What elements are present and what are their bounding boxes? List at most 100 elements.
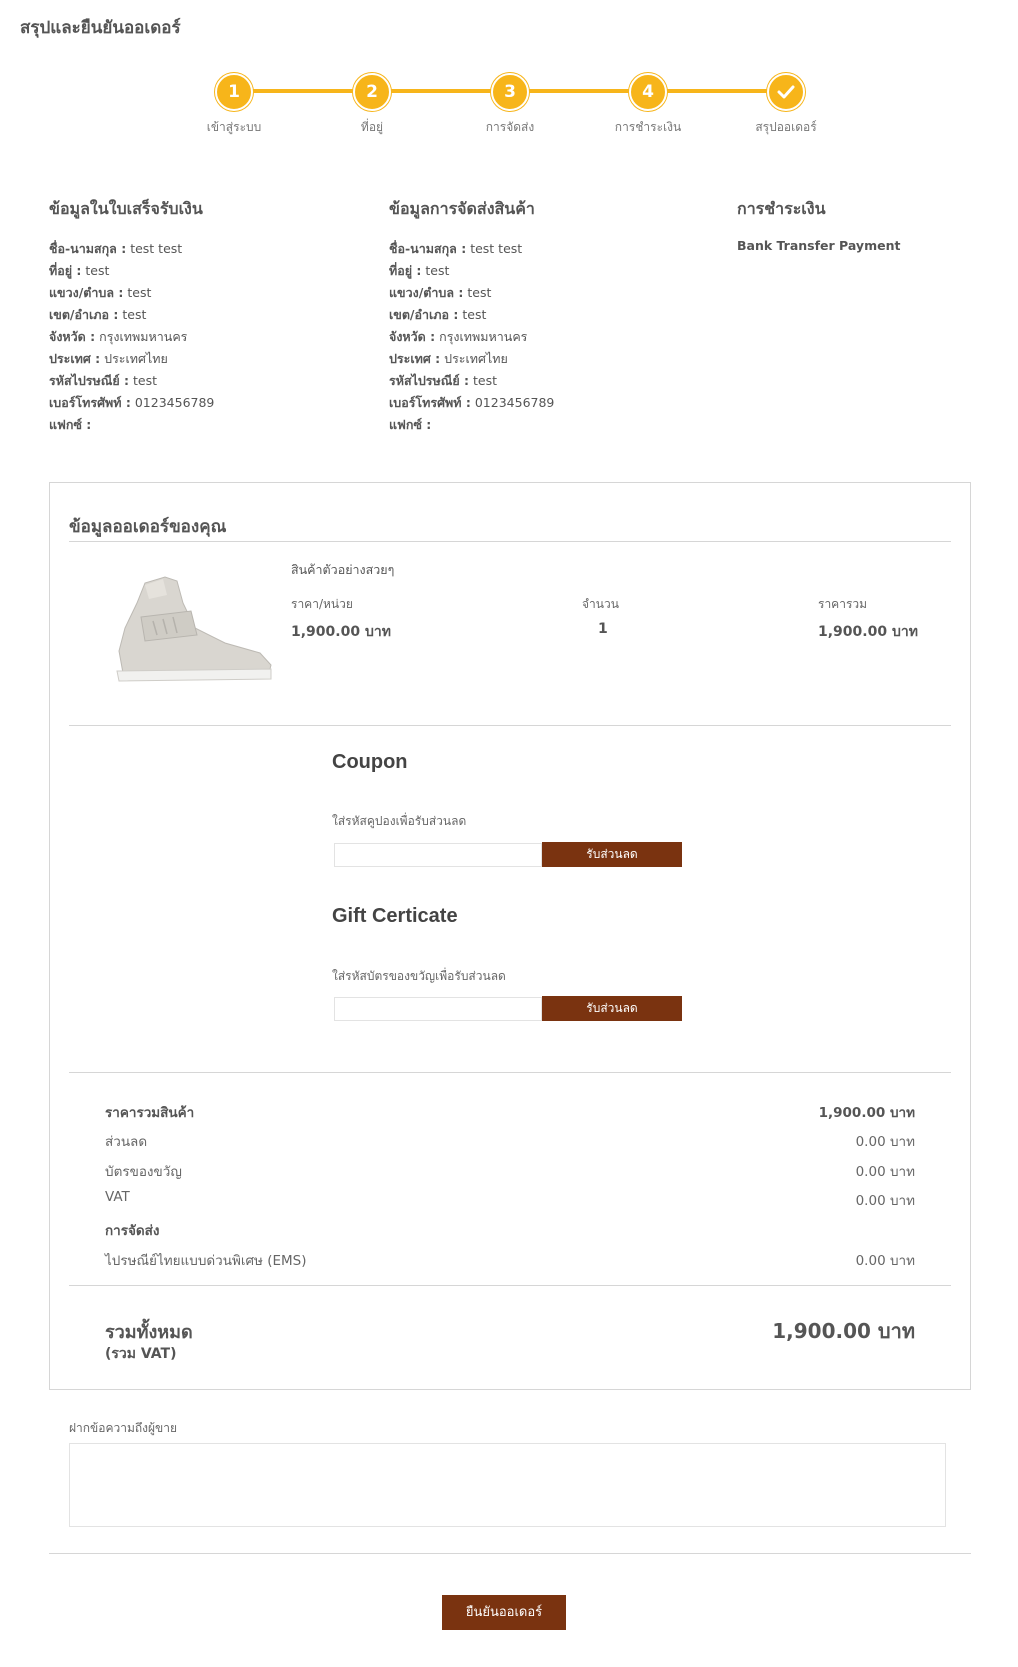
product-image (116, 576, 272, 682)
row-value: test (467, 285, 492, 300)
row-value: 0123456789 (474, 395, 555, 410)
row-label: ที่อยู่ : (389, 263, 422, 278)
row-label: แขวง/ตำบล : (389, 285, 464, 300)
row-label: แฟกซ์ : (389, 417, 432, 432)
billing-row: แขวง/ตำบล : test (49, 282, 349, 304)
row-label: รหัสไปรษณีย์ : (389, 373, 470, 388)
payment-info: การชำระเงิน Bank Transfer Payment (737, 197, 1018, 253)
billing-heading: ข้อมูลในใบเสร็จรับเงิน (49, 199, 203, 218)
gift-summary-label: บัตรของขวัญ (105, 1164, 182, 1180)
row-value: test test (470, 241, 523, 256)
row-label: ชื่อ-นามสกุล : (389, 241, 467, 256)
subtotal-label: ราคารวมสินค้า (105, 1105, 195, 1121)
row-label: เขต/อำเภอ : (389, 307, 459, 322)
row-label: ที่อยู่ : (49, 263, 82, 278)
note-label: ฝากข้อความถึงผู้ขาย (69, 1421, 177, 1435)
divider (69, 541, 951, 542)
total-label: ราคารวม (818, 597, 868, 611)
shipping-method: ไปรษณีย์ไทยแบบด่วนพิเศษ (EMS) (105, 1253, 307, 1269)
divider (69, 725, 951, 726)
shipping-summary-label: การจัดส่ง (105, 1223, 160, 1239)
billing-row: จังหวัด : กรุงเทพมหานคร (49, 326, 349, 348)
shipping-row: เขต/อำเภอ : test (389, 304, 689, 326)
row-label: แขวง/ตำบล : (49, 285, 124, 300)
divider (69, 1072, 951, 1073)
page-title: สรุปและยืนยันออเดอร์ (20, 18, 181, 38)
gift-apply-button[interactable]: รับส่วนลด (542, 996, 682, 1021)
coupon-label: ใส่รหัสคูปองเพื่อรับส่วนลด (332, 814, 467, 828)
shipping-row: ชื่อ-นามสกุล : test test (389, 238, 689, 260)
step-label: สรุปออเดอร์ (755, 120, 817, 134)
step-login[interactable]: 1 เข้าสู่ระบบ (184, 73, 284, 137)
order-panel: ข้อมูลออเดอร์ของคุณ สินค้าตัวอย่างสวยๆ ร… (49, 482, 971, 1390)
row-label: เขต/อำเภอ : (49, 307, 119, 322)
qty-label: จำนวน (582, 597, 619, 611)
row-label: ประเทศ : (389, 351, 441, 366)
step-label: การชำระเงิน (614, 120, 682, 134)
gift-summary-value: 0.00 บาท (855, 1164, 915, 1180)
line-total: 1,900.00 บาท (818, 624, 918, 640)
row-label: จังหวัด : (389, 329, 436, 344)
step-number: 3 (491, 73, 529, 111)
billing-row: รหัสไปรษณีย์ : test (49, 370, 349, 392)
gift-label: ใส่รหัสบัตรของขวัญเพื่อรับส่วนลด (332, 969, 506, 983)
step-summary: สรุปออเดอร์ (736, 73, 836, 137)
row-value: test test (130, 241, 183, 256)
step-address[interactable]: 2 ที่อยู่ (322, 73, 422, 137)
billing-row: ชื่อ-นามสกุล : test test (49, 238, 349, 260)
payment-heading: การชำระเงิน (737, 199, 826, 218)
coupon-heading: Coupon (332, 751, 408, 773)
step-payment[interactable]: 4 การชำระเงิน (598, 73, 698, 137)
grand-total-vat-note: (รวม VAT) (105, 1346, 177, 1362)
grand-total-value: 1,900.00 บาท (772, 1319, 915, 1343)
billing-row: แฟกซ์ : (49, 414, 349, 436)
row-label: เบอร์โทรศัพท์ : (49, 395, 131, 410)
confirm-order-button[interactable]: ยืนยันออเดอร์ (442, 1595, 566, 1630)
row-value: test (122, 307, 147, 322)
discount-value: 0.00 บาท (855, 1134, 915, 1150)
gift-input[interactable] (334, 997, 542, 1021)
row-label: ชื่อ-นามสกุล : (49, 241, 127, 256)
subtotal-value: 1,900.00 บาท (818, 1105, 915, 1121)
row-value: test (85, 263, 110, 278)
billing-info: ข้อมูลในใบเสร็จรับเงิน ชื่อ-นามสกุล : te… (49, 197, 349, 436)
coupon-input[interactable] (334, 843, 542, 867)
shipping-info: ข้อมูลการจัดส่งสินค้า ชื่อ-นามสกุล : tes… (389, 197, 689, 436)
row-value: test (473, 373, 498, 388)
billing-row: เขต/อำเภอ : test (49, 304, 349, 326)
row-label: จังหวัด : (49, 329, 96, 344)
step-shipping[interactable]: 3 การจัดส่ง (460, 73, 560, 137)
shipping-row: เบอร์โทรศัพท์ : 0123456789 (389, 392, 689, 414)
coupon-apply-button[interactable]: รับส่วนลด (542, 842, 682, 867)
grand-total-label: รวมทั้งหมด (105, 1322, 193, 1343)
step-label: เข้าสู่ระบบ (206, 120, 262, 134)
gift-heading: Gift Certicate (332, 905, 458, 927)
product-name: สินค้าตัวอย่างสวยๆ (291, 562, 395, 577)
billing-row: ประเทศ : ประเทศไทย (49, 348, 349, 370)
row-value: กรุงเทพมหานคร (439, 329, 528, 344)
row-value: test (462, 307, 487, 322)
shipping-row: จังหวัด : กรุงเทพมหานคร (389, 326, 689, 348)
shipping-row: ประเทศ : ประเทศไทย (389, 348, 689, 370)
order-title: ข้อมูลออเดอร์ของคุณ (69, 517, 227, 537)
step-label: การจัดส่ง (485, 120, 535, 134)
note-textarea[interactable] (69, 1443, 946, 1527)
row-value: test (425, 263, 450, 278)
shipping-row: รหัสไปรษณีย์ : test (389, 370, 689, 392)
discount-label: ส่วนลด (105, 1134, 148, 1150)
check-icon (767, 73, 805, 111)
checkout-stepper: 1 เข้าสู่ระบบ 2 ที่อยู่ 3 การจัดส่ง 4 กา… (207, 73, 817, 143)
step-label: ที่อยู่ (360, 120, 384, 134)
shipping-heading: ข้อมูลการจัดส่งสินค้า (389, 199, 535, 218)
row-label: แฟกซ์ : (49, 417, 92, 432)
unit-price-label: ราคา/หน่วย (291, 597, 353, 611)
shipping-row: ที่อยู่ : test (389, 260, 689, 282)
unit-price: 1,900.00 บาท (291, 624, 391, 640)
row-value: test (133, 373, 158, 388)
step-number: 2 (353, 73, 391, 111)
row-label: รหัสไปรษณีย์ : (49, 373, 130, 388)
billing-row: ที่อยู่ : test (49, 260, 349, 282)
vat-label: VAT (105, 1189, 130, 1205)
row-value: test (127, 285, 152, 300)
qty-value: 1 (598, 621, 608, 637)
